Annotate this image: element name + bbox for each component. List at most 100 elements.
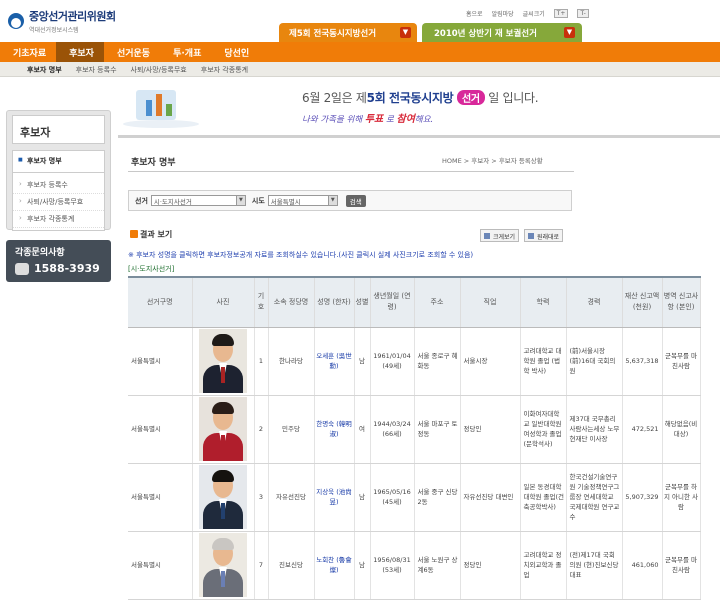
site-logo[interactable]: 중앙선거관리위원회 역대선거정보시스템 <box>8 8 116 34</box>
cell-party: 자유선진당 <box>268 463 315 532</box>
banner-slogan-part1: 나와 가족을 위해 <box>302 115 363 125</box>
table-row: 서울특별시 3 자유선진당 지상욱 (池尙昱) 남 1965/05/16 (45세) 서울 … <box>128 463 701 532</box>
cell-name[interactable]: 노회찬 (魯會燦) <box>314 531 355 600</box>
subnav-item-statistics[interactable]: 후보자 각종통계 <box>194 62 255 76</box>
election-tab-byelection[interactable]: 2010년 상반기 재 보궐선거 ▼ <box>422 23 582 42</box>
enlarge-photos-button[interactable]: 크게보기 <box>480 229 520 242</box>
cell-gender: 여 <box>354 395 371 464</box>
candidate-photo[interactable] <box>199 329 247 393</box>
chevron-down-icon[interactable]: ▼ <box>400 27 411 38</box>
result-bullet-icon <box>130 230 138 238</box>
col-job: 직업 <box>460 277 521 328</box>
notice-link[interactable]: 알림마당 <box>492 9 514 18</box>
cell-assets: 472,521 <box>622 395 663 464</box>
search-button[interactable]: 검색 <box>345 194 366 207</box>
col-number: 기호 <box>254 277 269 328</box>
original-size-button[interactable]: 원래대로 <box>524 229 564 242</box>
sido-select[interactable]: 서울특별시 ▼ <box>267 195 338 206</box>
photo-hair <box>212 334 234 346</box>
nav-item-candidates[interactable]: 후보자 <box>56 42 104 62</box>
candidate-photo[interactable] <box>199 465 247 529</box>
photo-hair <box>212 538 234 550</box>
cell-number: 2 <box>254 395 269 464</box>
sidebar-item-registrations[interactable]: 후보자 등록수 <box>13 177 104 194</box>
sido-select-label: 시도 <box>251 196 265 205</box>
cell-number: 3 <box>254 463 269 532</box>
election-select[interactable]: 시·도지사선거 ▼ <box>150 195 246 206</box>
election-tab-byelection-label: 2010년 상반기 재 보궐선거 <box>434 29 537 39</box>
photo-hair <box>212 402 234 414</box>
cell-name[interactable]: 오세훈 (吳世勳) <box>314 327 355 396</box>
col-assets: 재산 신고액 (천원) <box>622 277 663 328</box>
col-address: 주소 <box>414 277 461 328</box>
sidebar-item-candidate-list[interactable]: 후보자 명부 <box>13 153 104 173</box>
candidate-photo[interactable] <box>199 533 247 597</box>
title-divider <box>128 171 574 172</box>
cell-address: 서울 종로구 혜화동 <box>414 327 461 396</box>
cell-photo[interactable] <box>192 531 255 600</box>
election-select-value: 시·도지사선거 <box>153 197 192 206</box>
banner-slogan-part2: 로 <box>385 115 394 125</box>
cell-photo[interactable] <box>192 463 255 532</box>
col-photo: 사진 <box>192 277 255 328</box>
help-phone-number: 1588-3939 <box>34 262 100 275</box>
sidebar-item-withdrawals[interactable]: 사퇴/사망/등록무효 <box>13 194 104 211</box>
photo-tie <box>221 571 225 587</box>
cell-district: 서울특별시 <box>128 463 193 532</box>
sidebar-item-statistics[interactable]: 후보자 각종통계 <box>13 211 104 228</box>
help-title: 각종문의사항 <box>15 248 65 258</box>
chevron-down-icon: ▼ <box>235 196 245 205</box>
subnav-item-withdrawals[interactable]: 사퇴/사망/등록무효 <box>124 62 194 76</box>
cell-education: 일본 동경대학대학원 졸업(건축공학박사) <box>520 463 567 532</box>
nav-item-voting[interactable]: 투·개표 <box>160 42 211 62</box>
cell-education: 이화여자대학교 일반대학원 여성학과 졸업(문학석사) <box>520 395 567 464</box>
cell-career: 한국건설기술연구원 기술정책연구그룹장 연세대학교 국제대학원 연구교수 <box>566 463 623 532</box>
col-name: 성명 (한자) <box>314 277 355 328</box>
banner-slogan-participate: 참여 <box>396 114 415 125</box>
cell-photo[interactable] <box>192 327 255 396</box>
banner-slogan-vote: 투표 <box>364 114 384 125</box>
font-decrease-button[interactable]: T- <box>577 9 589 18</box>
nav-item-elected[interactable]: 당선인 <box>211 42 259 62</box>
photo-tie <box>221 435 225 451</box>
cell-job: 자유선진당 대변인 <box>460 463 521 532</box>
home-link[interactable]: 홈으로 <box>466 9 483 18</box>
cell-education: 고려대학교 대학원 졸업 (법학 박사) <box>520 327 567 396</box>
cell-military: 해당없음(비대상) <box>662 395 701 464</box>
cell-name[interactable]: 지상욱 (池尙昱) <box>314 463 355 532</box>
cell-birth: 1965/05/16 (45세) <box>370 463 415 532</box>
chevron-down-icon[interactable]: ▼ <box>564 27 575 38</box>
results-label-text: 결과 보기 <box>140 230 173 239</box>
candidate-photo[interactable] <box>199 397 247 461</box>
ballot-chart-illustration-icon <box>123 90 199 128</box>
cell-career: 제37대 국무총리 사람사는세상 노무현재단 이사장 <box>566 395 623 464</box>
cell-name[interactable]: 한명숙 (韓明淑) <box>314 395 355 464</box>
banner-headline-part2: 전국동시지방 <box>388 91 454 105</box>
phone-icon <box>15 263 29 275</box>
nav-item-basic-data[interactable]: 기초자료 <box>0 42 56 62</box>
col-education: 학력 <box>520 277 567 328</box>
banner-headline-part1: 6월 2일은 제 <box>302 91 367 105</box>
cell-gender: 남 <box>354 463 371 532</box>
election-tab-local[interactable]: 제5회 전국동시지방선거 ▼ <box>279 23 417 42</box>
results-label: 결과 보기 <box>130 229 172 240</box>
cell-job: 서울시장 <box>460 327 521 396</box>
cell-party: 민주당 <box>268 395 315 464</box>
election-select-label: 선거 <box>135 196 148 205</box>
cell-career: (전)제17대 국회의원 (현)진보신당 대표 <box>566 531 623 600</box>
main-nav: 기초자료 후보자 선거운동 투·개표 당선인 <box>0 42 720 62</box>
cell-photo[interactable] <box>192 395 255 464</box>
font-increase-button[interactable]: T+ <box>553 9 569 18</box>
utility-links: 홈으로 알림마당 글씨크기 T+ T- <box>466 9 589 18</box>
subnav-item-registrations[interactable]: 후보자 등록수 <box>69 62 124 76</box>
cell-number: 1 <box>254 327 269 396</box>
cell-party: 한나라당 <box>268 327 315 396</box>
col-military: 병역 신고사항 (본인) <box>662 277 701 328</box>
cell-address: 서울 노원구 상계6동 <box>414 531 461 600</box>
cell-assets: 5,907,329 <box>622 463 663 532</box>
results-note: ※ 후보자 성명을 클릭하면 후보자정보공개 자료를 조회하실수 있습니다.(사… <box>128 251 474 259</box>
cell-district: 서울특별시 <box>128 395 193 464</box>
subnav-item-candidate-list[interactable]: 후보자 명부 <box>20 62 69 76</box>
banner-headline-part3: 일 입니다. <box>488 91 539 105</box>
nav-item-campaign[interactable]: 선거운동 <box>104 42 160 62</box>
